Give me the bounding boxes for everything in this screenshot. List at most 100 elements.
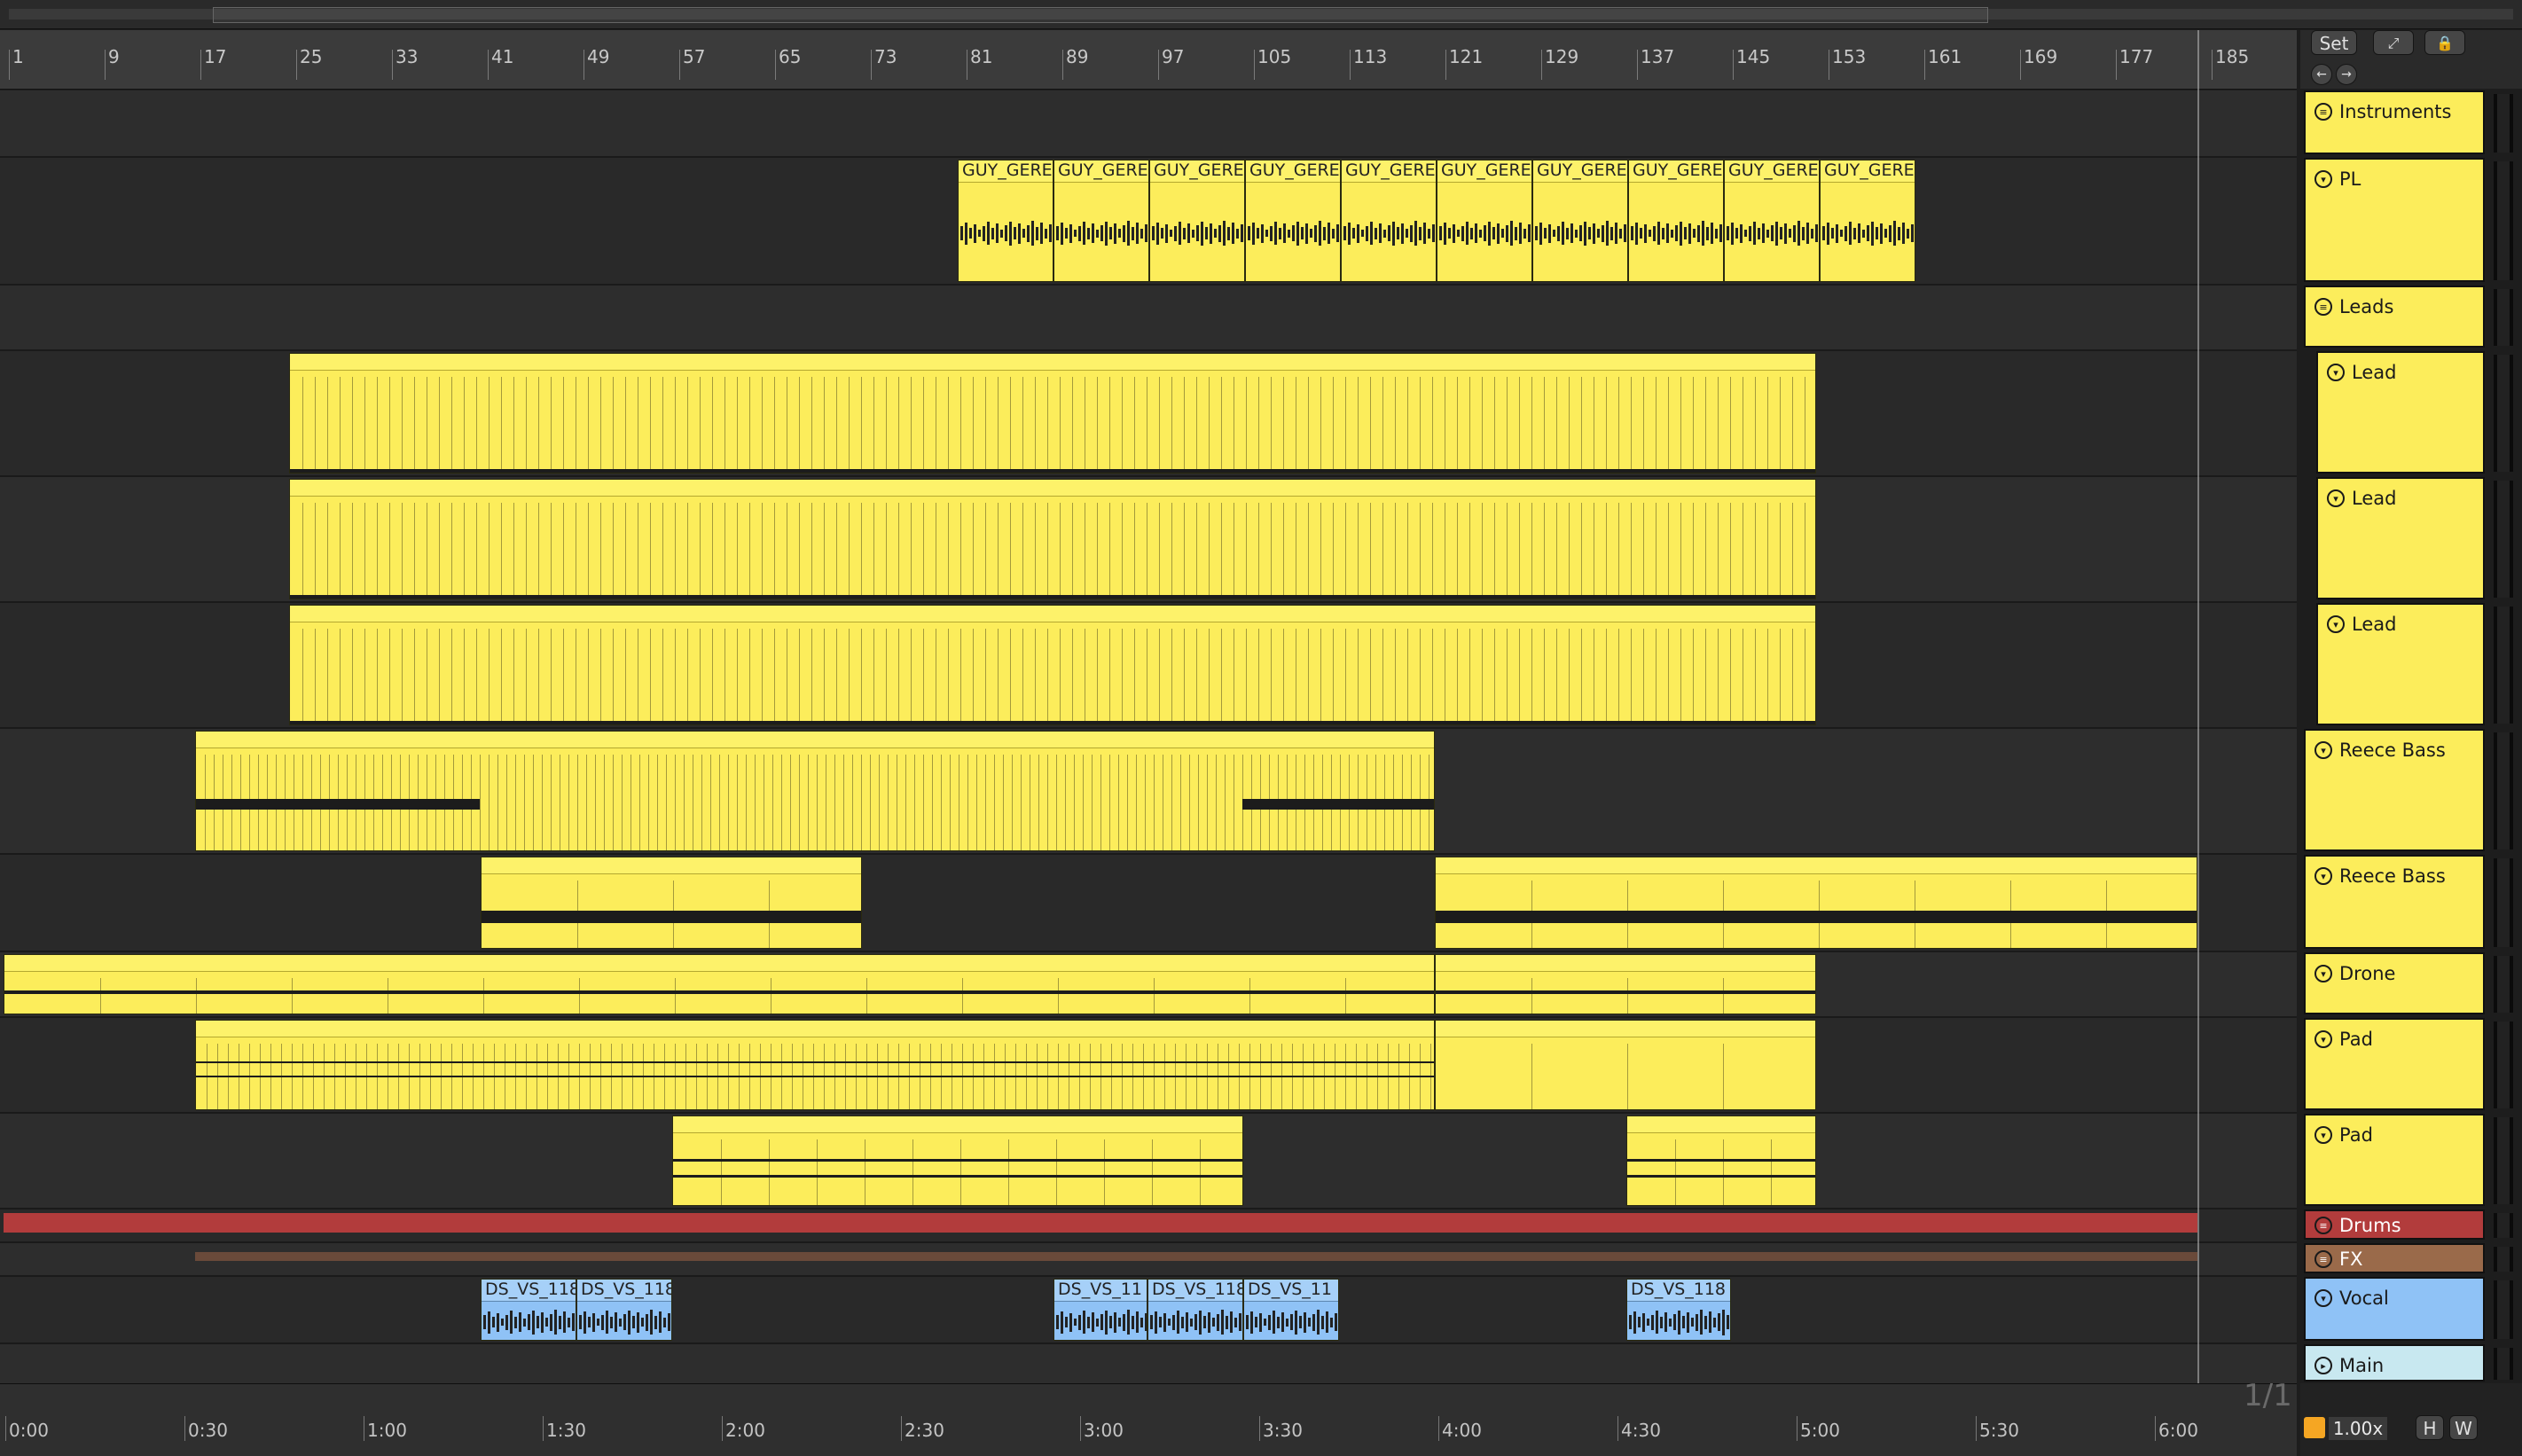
track-header-vocal[interactable]: ▾ Vocal [2304, 1277, 2485, 1341]
forward-arrow-icon[interactable]: → [2336, 64, 2357, 85]
track-header-lead[interactable]: ▾ Lead [2316, 603, 2485, 725]
track-header-instruments[interactable]: ≡ Instruments [2304, 90, 2485, 154]
midi-clip[interactable] [1626, 1115, 1816, 1206]
track-name: Pad [2339, 1124, 2373, 1146]
midi-clip[interactable] [4, 954, 1435, 1014]
track-header-leads[interactable]: ≡ Leads [2304, 286, 2485, 348]
audio-waveform [1054, 1303, 1147, 1340]
fold-icon[interactable]: ▾ [2314, 965, 2332, 982]
audio-clip[interactable]: GUY_GERE [1820, 160, 1915, 282]
audio-clip[interactable]: GUY_GERE [1724, 160, 1820, 282]
time-tick [1797, 1416, 1798, 1441]
fx-group-lane-content [195, 1252, 2197, 1261]
track-header-pl[interactable]: ▾ PL [2304, 158, 2485, 282]
time-ruler[interactable]: 0:00 0:30 1:00 1:30 2:00 2:30 3:00 3:30 4:00 4:30… [0, 1383, 2297, 1456]
track-header-pad[interactable]: ▾ Pad [2304, 1114, 2485, 1206]
bar-number: 25 [300, 46, 323, 67]
fold-icon[interactable]: ▾ [2327, 615, 2345, 633]
midi-clip[interactable] [1435, 954, 1816, 1014]
end-marker-line [2197, 30, 2199, 1422]
group-fold-icon[interactable]: ≡ [2314, 1217, 2332, 1234]
track-lane[interactable] [0, 286, 2297, 351]
track-header-lead[interactable]: ▾ Lead [2316, 477, 2485, 599]
midi-clip[interactable] [1435, 857, 2197, 949]
play-icon[interactable]: ▸ [2314, 1357, 2332, 1374]
midi-clip[interactable] [289, 605, 1816, 725]
cpu-meter-icon[interactable] [2304, 1417, 2325, 1438]
lock-icon[interactable]: 🔒 [2424, 30, 2465, 55]
audio-clip[interactable]: DS_VS_11 [1053, 1279, 1147, 1341]
track-header-reece-bass[interactable]: ▾ Reece Bass [2304, 855, 2485, 949]
clip-title-bar [1436, 857, 2197, 874]
track-header-lead[interactable]: ▾ Lead [2316, 351, 2485, 474]
time-label: 1:00 [367, 1420, 407, 1441]
track-lane[interactable] [0, 90, 2297, 158]
audio-clip[interactable]: DS_VS_118 [576, 1279, 672, 1341]
bar-number: 73 [874, 46, 897, 67]
fold-icon[interactable]: ▾ [2327, 489, 2345, 507]
audio-clip[interactable]: DS_VS_11 [1243, 1279, 1339, 1341]
track-header-drone[interactable]: ▾ Drone [2304, 952, 2485, 1014]
track-name: Lead [2352, 488, 2397, 509]
fold-icon[interactable]: ▾ [2314, 741, 2332, 759]
set-button[interactable]: Set [2311, 30, 2357, 55]
group-fold-icon[interactable]: ≡ [2314, 1250, 2332, 1268]
overview-visible-region[interactable] [213, 7, 1988, 23]
track-lanes[interactable]: GUY_GERE GUY_GERE GUY_GERE GUY_GERE GUY_GERE… [0, 90, 2297, 1385]
audio-clip[interactable]: GUY_GERE [1437, 160, 1532, 282]
midi-notes [673, 1139, 1242, 1205]
zoom-value[interactable]: 1.00x [2329, 1417, 2387, 1440]
fold-icon[interactable]: ▾ [2314, 170, 2332, 188]
midi-clip[interactable] [672, 1115, 1243, 1206]
audio-clip[interactable]: DS_VS_118 [481, 1279, 576, 1341]
midi-clip[interactable] [195, 1020, 1435, 1110]
midi-clip[interactable] [195, 731, 1435, 851]
expand-icon[interactable]: ⤢ [2373, 30, 2414, 55]
clip-title-bar [290, 354, 1815, 371]
midi-clip[interactable] [289, 353, 1816, 474]
time-tick [5, 1416, 6, 1441]
midi-notes [1629, 184, 1723, 281]
bar-tick [200, 50, 201, 80]
bar-tick [392, 50, 393, 80]
midi-clip[interactable] [481, 857, 862, 949]
back-arrow-icon[interactable]: ← [2311, 64, 2332, 85]
fold-icon[interactable]: ▾ [2327, 364, 2345, 381]
audio-clip[interactable]: DS_VS_118 [1626, 1279, 1731, 1341]
bar-number: 105 [1257, 46, 1292, 67]
fold-icon[interactable]: ▾ [2314, 867, 2332, 885]
audio-clip[interactable]: GUY_GERE [1628, 160, 1724, 282]
audio-clip[interactable]: GUY_GERE [1149, 160, 1245, 282]
beat-time-ruler[interactable]: 1 9 17 25 33 41 49 57 65 73 81 89 97 105 113 121 129 137 1… [0, 30, 2297, 114]
midi-notes [1436, 1044, 1815, 1109]
audio-clip[interactable]: GUY_GERE [1245, 160, 1341, 282]
bar-number: 169 [2024, 46, 2058, 67]
clip-name: GUY_GERE [1821, 160, 1915, 183]
track-lane[interactable] [0, 1344, 2297, 1385]
track-header-pad[interactable]: ▾ Pad [2304, 1018, 2485, 1110]
bar-number: 145 [1736, 46, 1771, 67]
fold-icon[interactable]: ▾ [2314, 1030, 2332, 1048]
group-fold-icon[interactable]: ≡ [2314, 103, 2332, 121]
track-header-reece-bass[interactable]: ▾ Reece Bass [2304, 729, 2485, 851]
audio-clip[interactable]: GUY_GERE [1341, 160, 1437, 282]
fold-icon[interactable]: ▾ [2314, 1126, 2332, 1144]
group-fold-icon[interactable]: ≡ [2314, 298, 2332, 316]
arrangement-overview[interactable] [0, 0, 2522, 29]
track-header-main[interactable]: ▸ Main [2304, 1344, 2485, 1382]
midi-clip[interactable] [289, 479, 1816, 599]
bar-number: 65 [779, 46, 802, 67]
track-header-fx[interactable]: ≡ FX [2304, 1243, 2485, 1273]
track-header-drums[interactable]: ≡ Drums [2304, 1209, 2485, 1240]
w-button[interactable]: W [2449, 1415, 2478, 1440]
audio-clip[interactable]: GUY_GERE [958, 160, 1053, 282]
audio-clip[interactable]: DS_VS_118 [1147, 1279, 1243, 1341]
track-name: FX [2339, 1249, 2363, 1270]
bar-number: 89 [1066, 46, 1089, 67]
h-button[interactable]: H [2416, 1415, 2444, 1440]
midi-clip[interactable] [1435, 1020, 1816, 1110]
track-level-meter [2494, 1117, 2513, 1204]
fold-icon[interactable]: ▾ [2314, 1289, 2332, 1307]
audio-clip[interactable]: GUY_GERE [1053, 160, 1149, 282]
audio-clip[interactable]: GUY_GERE [1532, 160, 1628, 282]
